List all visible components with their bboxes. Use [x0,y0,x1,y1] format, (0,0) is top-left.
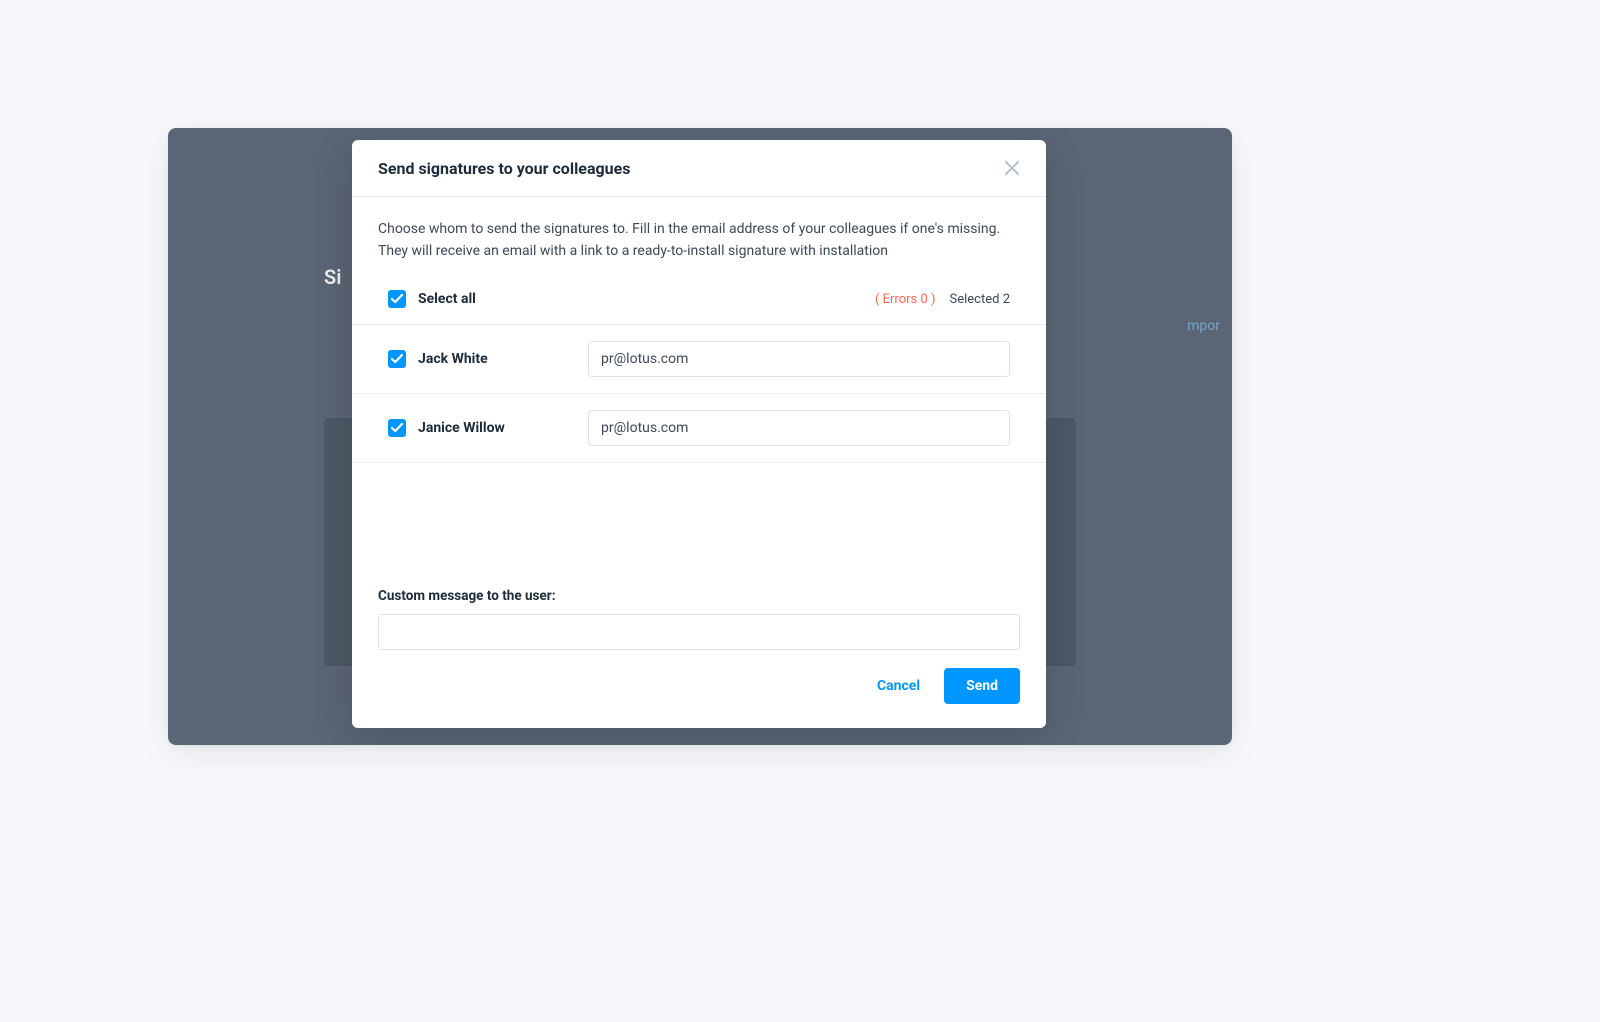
send-button[interactable]: Send [944,668,1020,704]
modal-title: Send signatures to your colleagues [378,159,630,178]
recipient-checkbox[interactable] [388,419,406,437]
check-icon [391,294,403,304]
spacer [378,463,1020,588]
recipient-name: Janice Willow [418,420,576,436]
errors-count: ( Errors 0 ) [875,292,936,307]
controls-row: Select all ( Errors 0 ) Selected 2 [378,290,1020,324]
recipient-row: Jack White [378,325,1020,393]
modal-footer: Cancel Send [352,650,1046,728]
recipient-email-input[interactable] [588,341,1010,377]
check-icon [391,423,403,433]
select-all-label: Select all [418,291,476,307]
cancel-button[interactable]: Cancel [877,678,920,694]
bg-tag-fragment: mpor [1187,318,1220,334]
status-group: ( Errors 0 ) Selected 2 [875,292,1010,307]
selected-count: Selected 2 [950,292,1010,307]
close-button[interactable] [1002,158,1022,178]
custom-message-input[interactable] [378,614,1020,650]
bg-text-fragment: Si [324,265,341,289]
close-icon [1005,161,1019,175]
recipient-email-input[interactable] [588,410,1010,446]
check-icon [391,354,403,364]
recipient-row: Janice Willow [378,394,1020,462]
app-window: Si mpor Send signatures to your colleagu… [168,128,1232,745]
modal-header: Send signatures to your colleagues [352,140,1046,197]
modal-description: Choose whom to send the signatures to. F… [378,219,1020,262]
select-all-checkbox[interactable] [388,290,406,308]
select-all-group: Select all [388,290,476,308]
recipient-name: Jack White [418,351,576,367]
recipient-checkbox[interactable] [388,350,406,368]
send-signatures-modal: Send signatures to your colleagues Choos… [352,140,1046,728]
custom-message-label: Custom message to the user: [378,588,1020,604]
modal-body: Choose whom to send the signatures to. F… [352,197,1046,650]
